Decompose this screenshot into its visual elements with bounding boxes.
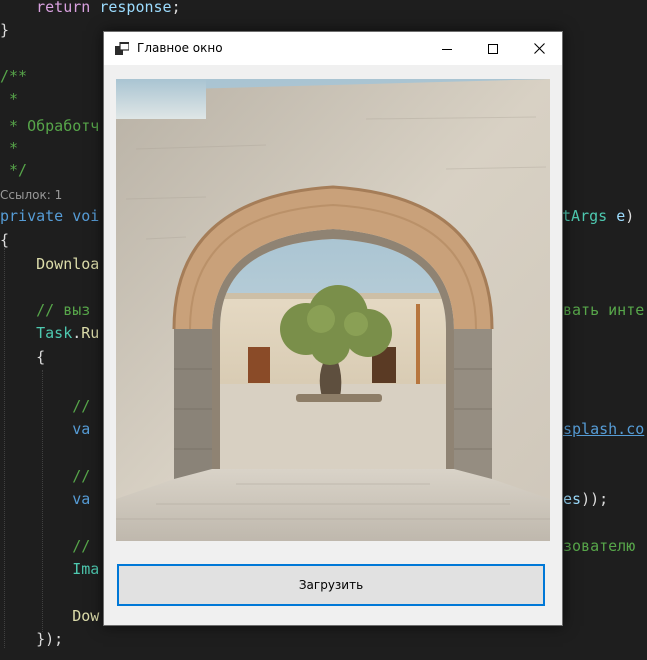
code-line: Downloa [36,255,100,273]
title-bar[interactable]: Главное окно [104,32,562,65]
code-line: Task.Ru [36,324,100,342]
code-line: ntArgs e) [553,207,635,225]
code-line: Dow [72,607,100,625]
code-line: */ [0,161,28,179]
window-app-icon [115,42,129,55]
codelens-references[interactable]: Ссылок: 1 [0,186,62,204]
code-line: * Обработч [0,117,100,135]
close-icon [533,43,545,54]
image-view [116,79,550,541]
load-button[interactable]: Загрузить [117,564,545,606]
indent-guide [42,370,43,632]
code-line: return response; [36,0,181,16]
maximize-button[interactable] [470,32,516,65]
code-line: va [72,490,91,508]
maximize-icon [488,43,498,54]
code-line: // [72,537,91,555]
code-line: es)); [563,490,609,508]
code-line: } [0,21,10,39]
main-window: Главное окно Загрузить [103,31,563,626]
code-line: // [72,397,91,415]
code-line: // выз [36,301,91,319]
code-line: вать инте [563,301,645,319]
code-line: Ima [72,560,100,578]
code-line: va [72,420,91,438]
arch-courtyard-image [116,79,550,541]
minimize-icon [442,48,452,50]
indent-guide [4,248,5,648]
code-line: splash.co [563,420,645,438]
code-line: }); [36,630,64,648]
minimize-button[interactable] [424,32,470,65]
code-line: зователю [563,537,636,555]
window-title: Главное окно [137,41,223,55]
code-line: private voi [0,207,100,225]
code-line: /** [0,67,28,85]
code-line: { [36,348,46,366]
code-line: // [72,467,91,485]
close-button[interactable] [516,32,562,65]
code-line: * [0,90,19,108]
code-line: * [0,139,19,157]
